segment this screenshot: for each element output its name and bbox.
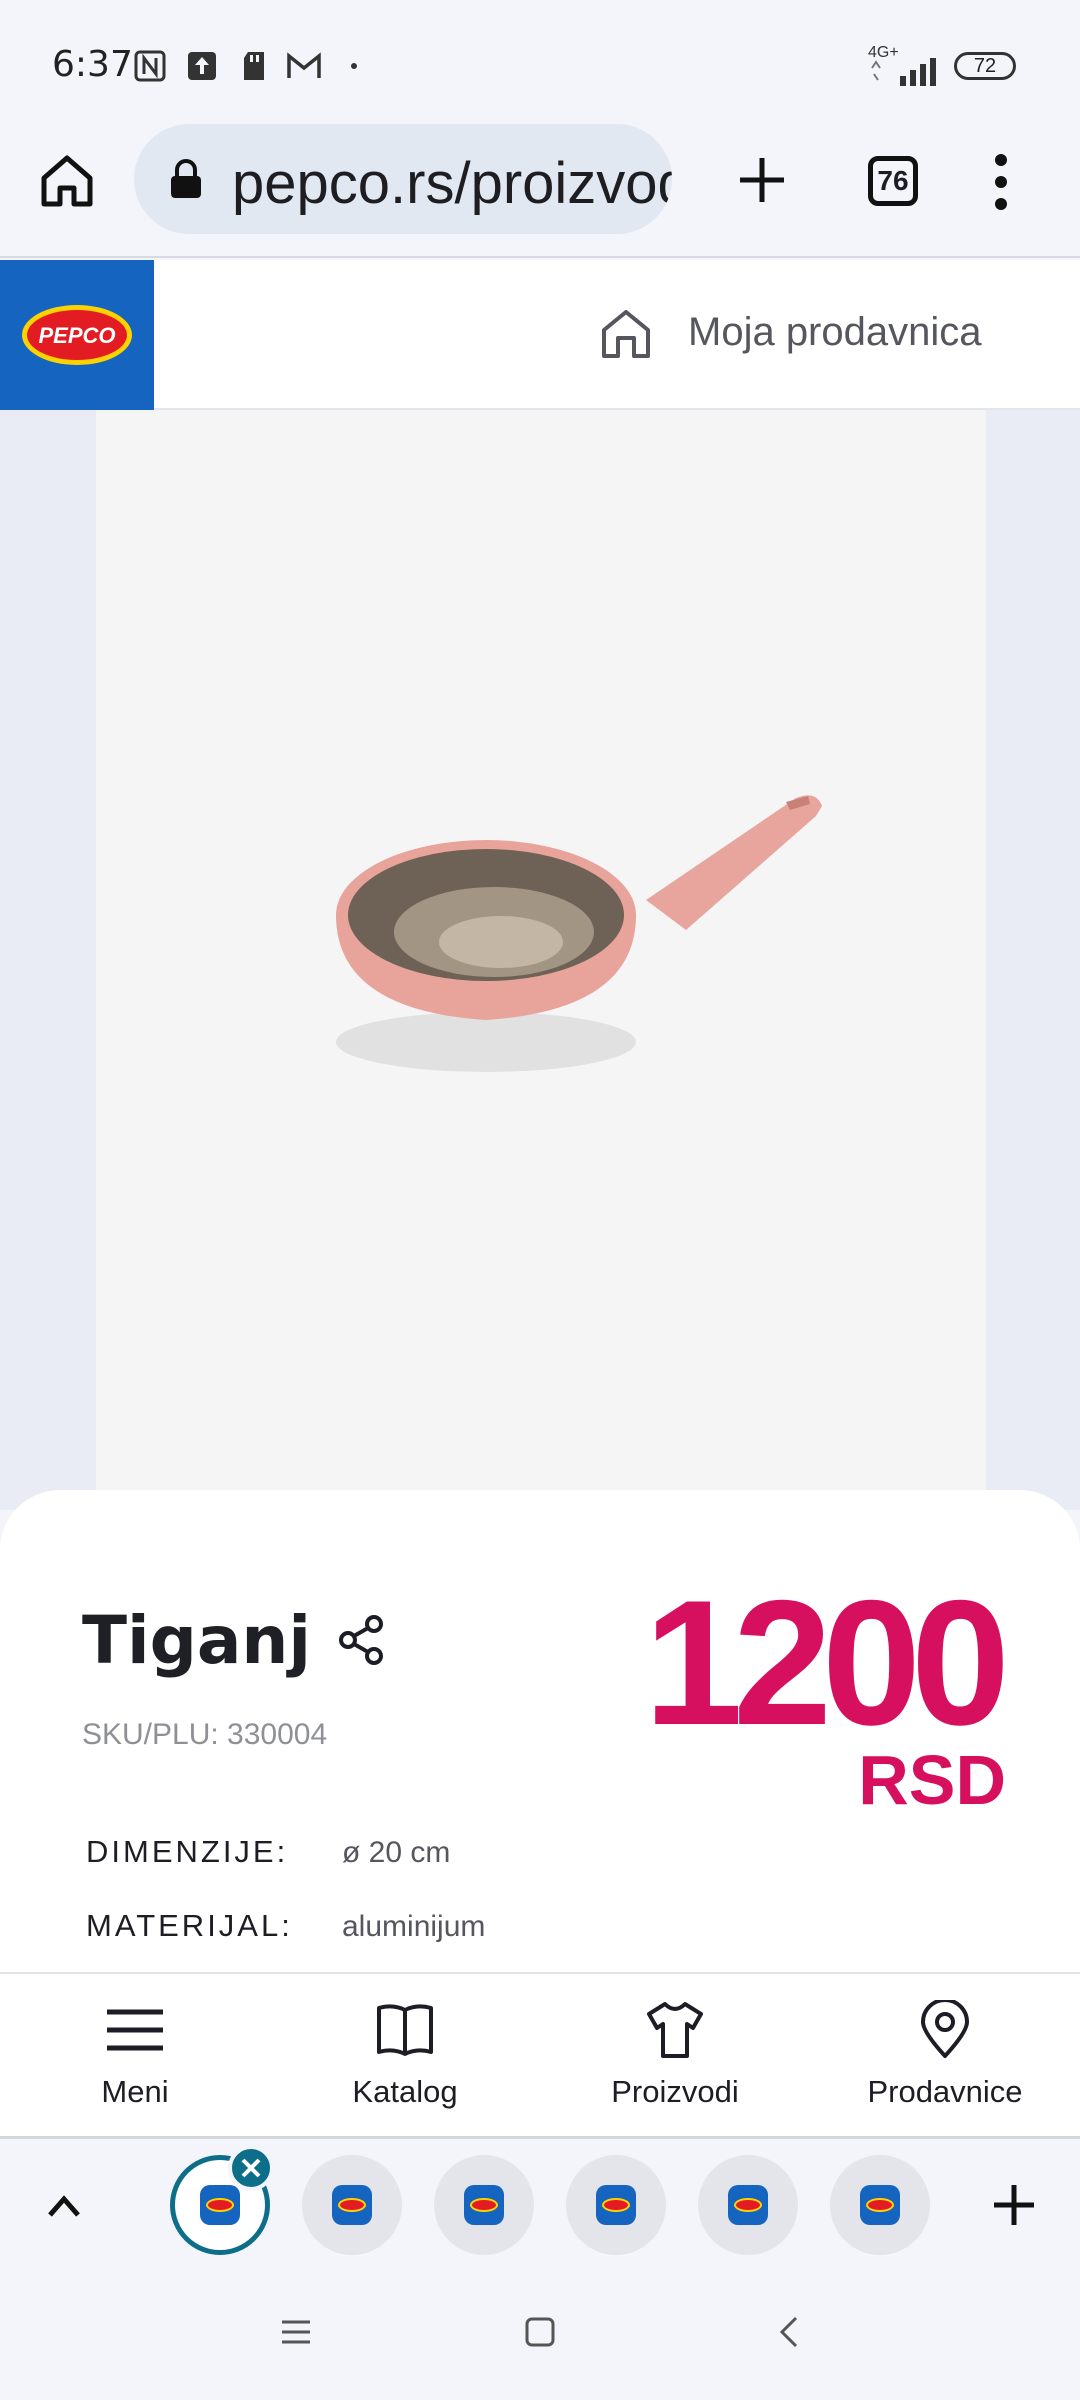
- pepco-favicon: [332, 2185, 372, 2225]
- gmail-icon: [287, 52, 321, 78]
- pepco-favicon: [860, 2185, 900, 2225]
- pepco-favicon: [596, 2185, 636, 2225]
- location-pin-icon: [921, 2000, 969, 2058]
- pepco-favicon: [200, 2185, 240, 2225]
- nav-label-products: Proizvodi: [611, 2074, 739, 2109]
- nav-label-menu: Meni: [101, 2074, 169, 2109]
- site-header: PEPCO Moja prodavnica: [0, 260, 1080, 410]
- spec-label-dimensions: DIMENZIJE:: [86, 1834, 289, 1869]
- recents-icon[interactable]: [280, 2318, 312, 2346]
- pepco-logo-mark: PEPCO: [22, 305, 132, 365]
- close-tab-button[interactable]: [228, 2145, 274, 2191]
- product-sku: SKU/PLU: 330004: [82, 1718, 328, 1751]
- status-bar: 6:37 4G+ 72: [0, 0, 1080, 122]
- pepco-favicon: [728, 2185, 768, 2225]
- nfc-icon: [134, 50, 166, 82]
- book-icon: [377, 2004, 433, 2056]
- new-tab-icon[interactable]: [734, 152, 790, 208]
- pepco-logo-text: PEPCO: [38, 323, 115, 348]
- close-icon: [241, 2158, 261, 2178]
- add-tab-icon[interactable]: [992, 2183, 1036, 2227]
- frying-pan-image: [336, 795, 822, 1072]
- address-bar[interactable]: pepco.rs/proizvodi: [134, 124, 672, 234]
- tab-switcher-icon[interactable]: 76: [868, 156, 918, 206]
- nav-label-stores: Prodavnice: [867, 2074, 1023, 2109]
- product-image[interactable]: [96, 410, 986, 1510]
- nav-item-products[interactable]: Proizvodi: [540, 1974, 810, 2138]
- price-value: 1200: [644, 1563, 1010, 1762]
- tab-item[interactable]: [830, 2155, 930, 2255]
- my-store-link[interactable]: Moja prodavnica: [688, 310, 982, 355]
- status-time: 6:37: [52, 44, 133, 85]
- battery-icon: 72: [954, 52, 1016, 80]
- upload-icon: [188, 52, 216, 80]
- product-info-card: Tiganj SKU/PLU: 330004 1200 RSD DIMENZIJ…: [0, 1490, 1080, 1972]
- url-text[interactable]: pepco.rs/proizvodi: [232, 150, 672, 217]
- browser-toolbar: pepco.rs/proizvodi 76: [0, 122, 1080, 258]
- pepco-logo[interactable]: PEPCO: [0, 260, 154, 410]
- system-home-icon[interactable]: [524, 2316, 556, 2348]
- share-icon[interactable]: [336, 1614, 388, 1666]
- tab-item[interactable]: [698, 2155, 798, 2255]
- product-gallery: [0, 410, 1080, 1510]
- pepco-favicon: [464, 2185, 504, 2225]
- price-currency: RSD: [858, 1741, 1006, 1819]
- tab-strip: [0, 2136, 1080, 2272]
- spec-label-material: MATERIJAL:: [86, 1908, 293, 1943]
- site-bottom-nav: Meni Katalog Proizvodi Prodavnice: [0, 1972, 1080, 2136]
- back-icon[interactable]: [776, 2314, 800, 2350]
- product-title: Tiganj: [82, 1602, 312, 1679]
- nav-label-catalog: Katalog: [352, 2074, 458, 2109]
- more-menu-icon[interactable]: [986, 152, 1016, 212]
- nav-item-catalog[interactable]: Katalog: [270, 1974, 540, 2138]
- home-icon[interactable]: [38, 152, 96, 210]
- spec-value-dimensions: ø 20 cm: [342, 1836, 451, 1869]
- nav-item-stores[interactable]: Prodavnice: [810, 1974, 1080, 2138]
- store-home-icon[interactable]: [596, 304, 656, 364]
- sd-card-icon: [244, 52, 264, 80]
- chevron-up-icon[interactable]: [44, 2187, 84, 2223]
- system-nav-bar: [0, 2272, 1080, 2400]
- tab-item[interactable]: [566, 2155, 666, 2255]
- spec-value-material: aluminijum: [342, 1910, 486, 1943]
- tab-item[interactable]: [302, 2155, 402, 2255]
- nav-item-menu[interactable]: Meni: [0, 1974, 270, 2138]
- tab-item[interactable]: [434, 2155, 534, 2255]
- signal-icon: [871, 58, 936, 86]
- tshirt-icon: [647, 2002, 703, 2058]
- dot-icon: [351, 63, 357, 69]
- lock-icon[interactable]: [168, 158, 204, 200]
- menu-icon: [107, 2009, 163, 2051]
